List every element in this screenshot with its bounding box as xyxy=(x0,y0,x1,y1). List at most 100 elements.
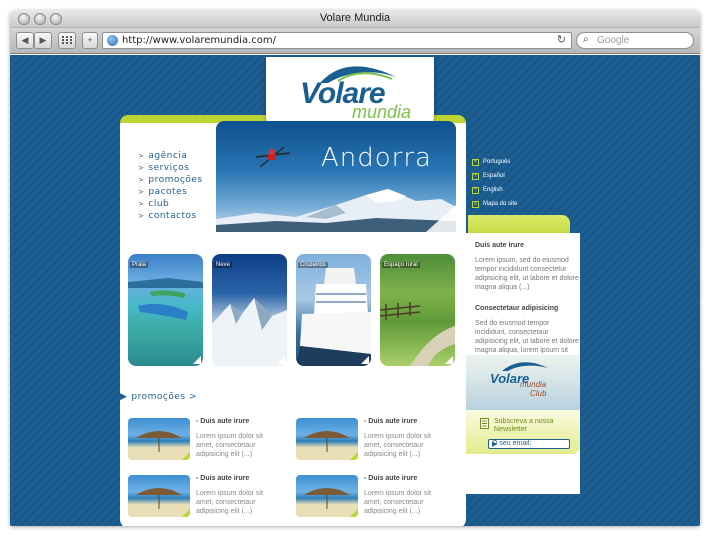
add-bookmark-button[interactable]: + xyxy=(82,32,98,49)
news-text-1: Lorem ipsum, sed do eiusmod tempor incid… xyxy=(475,257,579,291)
thumb-label: Praia xyxy=(130,262,149,268)
thumb-label: Cruzeiros xyxy=(298,262,328,268)
thumb-cruzeiros[interactable]: Cruzeiros xyxy=(296,254,371,366)
nav-item-contactos[interactable]: > contactos xyxy=(138,210,203,222)
nav-item-label: contactos xyxy=(148,211,197,221)
grid-view-button[interactable] xyxy=(58,32,76,49)
umbrella-shape xyxy=(136,431,190,460)
browser-window: Volare Mundia ◀ ▶ + http://www.volaremun… xyxy=(10,10,700,526)
skier-figure xyxy=(255,146,291,168)
promo-text: Lorem ipsum dolor sit amet, consectetaur… xyxy=(196,490,263,515)
sitemap-icon: ≡ xyxy=(472,200,479,208)
thumb-praia[interactable]: Praia xyxy=(128,254,203,366)
reload-icon[interactable]: ↻ xyxy=(557,33,566,46)
nav-item-label: agência xyxy=(148,151,188,161)
arrow-icon: > xyxy=(138,212,145,220)
sitemap-label: Mapa do site xyxy=(483,200,518,207)
newsletter-box: Subscreva a nossa Newsletter O seu email:… xyxy=(466,410,580,454)
snow-mountain-image xyxy=(212,298,287,366)
arrow-icon: > xyxy=(138,164,145,172)
nav-item-servicos[interactable]: > serviços xyxy=(138,162,203,174)
promo-beach-image xyxy=(128,475,190,517)
email-field[interactable]: O seu email: ▶ xyxy=(488,439,570,449)
club-logo-sub: mundia xyxy=(520,380,547,389)
phone-icon xyxy=(482,483,489,490)
nav-item-label: serviços xyxy=(148,163,190,173)
promo-text: Lorem ipsum dolor sit amet, consectetaur… xyxy=(196,433,263,458)
forward-button[interactable]: ▶ xyxy=(34,32,52,49)
search-placeholder: Google xyxy=(597,35,630,46)
lang-english[interactable]: + English xyxy=(472,183,517,197)
newsletter-line-2: Newsletter xyxy=(494,426,528,433)
thumb-espaco-rural[interactable]: Espaço rural xyxy=(380,254,455,366)
contact-email[interactable]: info@volaremundia.pt xyxy=(482,469,552,476)
corner-arrow-icon xyxy=(361,356,369,364)
promo-card[interactable]: - Duis aute irure Lorem ipsum dolor sit … xyxy=(128,418,278,462)
promo-text: Lorem ipsum dolor sit amet, consectetaur… xyxy=(364,433,431,458)
plus-icon: + xyxy=(87,35,93,45)
promotions-heading-arrow: > xyxy=(188,392,198,402)
promo-beach-image xyxy=(296,475,358,517)
site-logo[interactable]: Volare mundia xyxy=(266,57,434,127)
back-button[interactable]: ◀ xyxy=(16,32,34,49)
submit-arrow-icon[interactable]: ▶ xyxy=(492,440,567,448)
promo-card[interactable]: - Duis aute irure Lorem ipsum dolor sit … xyxy=(128,475,278,519)
thumb-neve[interactable]: Neve xyxy=(212,254,287,366)
lang-portugues[interactable]: + Português xyxy=(472,155,517,169)
corner-arrow-icon xyxy=(277,356,285,364)
nav-item-agencia[interactable]: > agência xyxy=(138,150,203,162)
club-banner[interactable]: Volare mundia Club xyxy=(466,355,580,410)
plus-box-icon: + xyxy=(472,172,479,180)
lang-espanol[interactable]: + Español xyxy=(472,169,517,183)
promo-beach-image xyxy=(128,418,190,460)
thumb-label: Espaço rural xyxy=(382,262,420,268)
hero-banner[interactable]: Andorra xyxy=(216,121,456,232)
promo-card[interactable]: - Duis aute irure Lorem ipsum dolor sit … xyxy=(296,475,446,519)
nav-item-label: pacotes xyxy=(148,187,188,197)
promotions-heading[interactable]: ▶ promoções > xyxy=(120,392,197,402)
newsletter-text: Subscreva a nossa Newsletter xyxy=(494,418,554,434)
language-list: + Português + Español + English ≡ Mapa do si… xyxy=(472,155,517,211)
mountain-image xyxy=(216,189,456,232)
lang-label: Português xyxy=(483,158,511,165)
url-text: http://www.volaremundia.com/ xyxy=(122,35,276,46)
contact-phone-text: Tel: 234 547 964 xyxy=(494,483,539,490)
promo-title: - Duis aute irure xyxy=(196,418,250,425)
window-title: Volare Mundia xyxy=(319,12,391,24)
browser-toolbar: ◀ ▶ + http://www.volaremundia.com/ ↻ ⌕ G… xyxy=(10,28,700,54)
title-bar: Volare Mundia xyxy=(10,10,700,28)
url-bar[interactable]: http://www.volaremundia.com/ ↻ xyxy=(102,32,572,49)
sitemap-link[interactable]: ≡ Mapa do site xyxy=(472,197,517,211)
nav-item-label: club xyxy=(148,199,170,209)
promo-title: - Duis aute irure xyxy=(196,475,250,482)
news-heading-2: Consectetaur adipisicing xyxy=(475,305,559,312)
promo-title: - Duis aute irure xyxy=(364,418,418,425)
umbrella-shape xyxy=(136,488,190,517)
email-icon xyxy=(482,469,489,476)
nav-item-club[interactable]: > club xyxy=(138,198,203,210)
plus-box-icon: + xyxy=(472,186,479,194)
web-page: Volare mundia > agência > serviços > promoç… xyxy=(10,55,700,526)
newsletter-line-1: Subscreva a nossa xyxy=(494,418,554,425)
news-heading-1: Duis aute irure xyxy=(475,242,525,249)
promo-beach-image xyxy=(296,418,358,460)
arrow-icon: > xyxy=(138,176,145,184)
plus-box-icon: + xyxy=(472,158,479,166)
search-icon: ⌕ xyxy=(583,34,589,45)
search-field[interactable]: ⌕ Google xyxy=(576,32,694,49)
main-nav: > agência > serviços > promoções > pacotes >… xyxy=(138,150,203,222)
forward-icon: ▶ xyxy=(39,35,47,45)
promotions-heading-label: promoções xyxy=(131,392,186,402)
arrow-icon: > xyxy=(138,200,145,208)
promo-title: - Duis aute irure xyxy=(364,475,418,482)
thumb-label: Neve xyxy=(214,262,233,268)
promo-card[interactable]: - Duis aute irure Lorem ipsum dolor sit … xyxy=(296,418,446,462)
grid-icon xyxy=(62,36,72,44)
corner-arrow-icon xyxy=(445,356,453,364)
umbrella-shape xyxy=(304,488,358,517)
nav-item-promocoes[interactable]: > promoções xyxy=(138,174,203,186)
triangle-right-icon: ▶ xyxy=(120,392,128,402)
boat-image xyxy=(128,278,203,320)
contact-phone: Tel: 234 547 964 xyxy=(482,483,538,490)
nav-item-pacotes[interactable]: > pacotes xyxy=(138,186,203,198)
